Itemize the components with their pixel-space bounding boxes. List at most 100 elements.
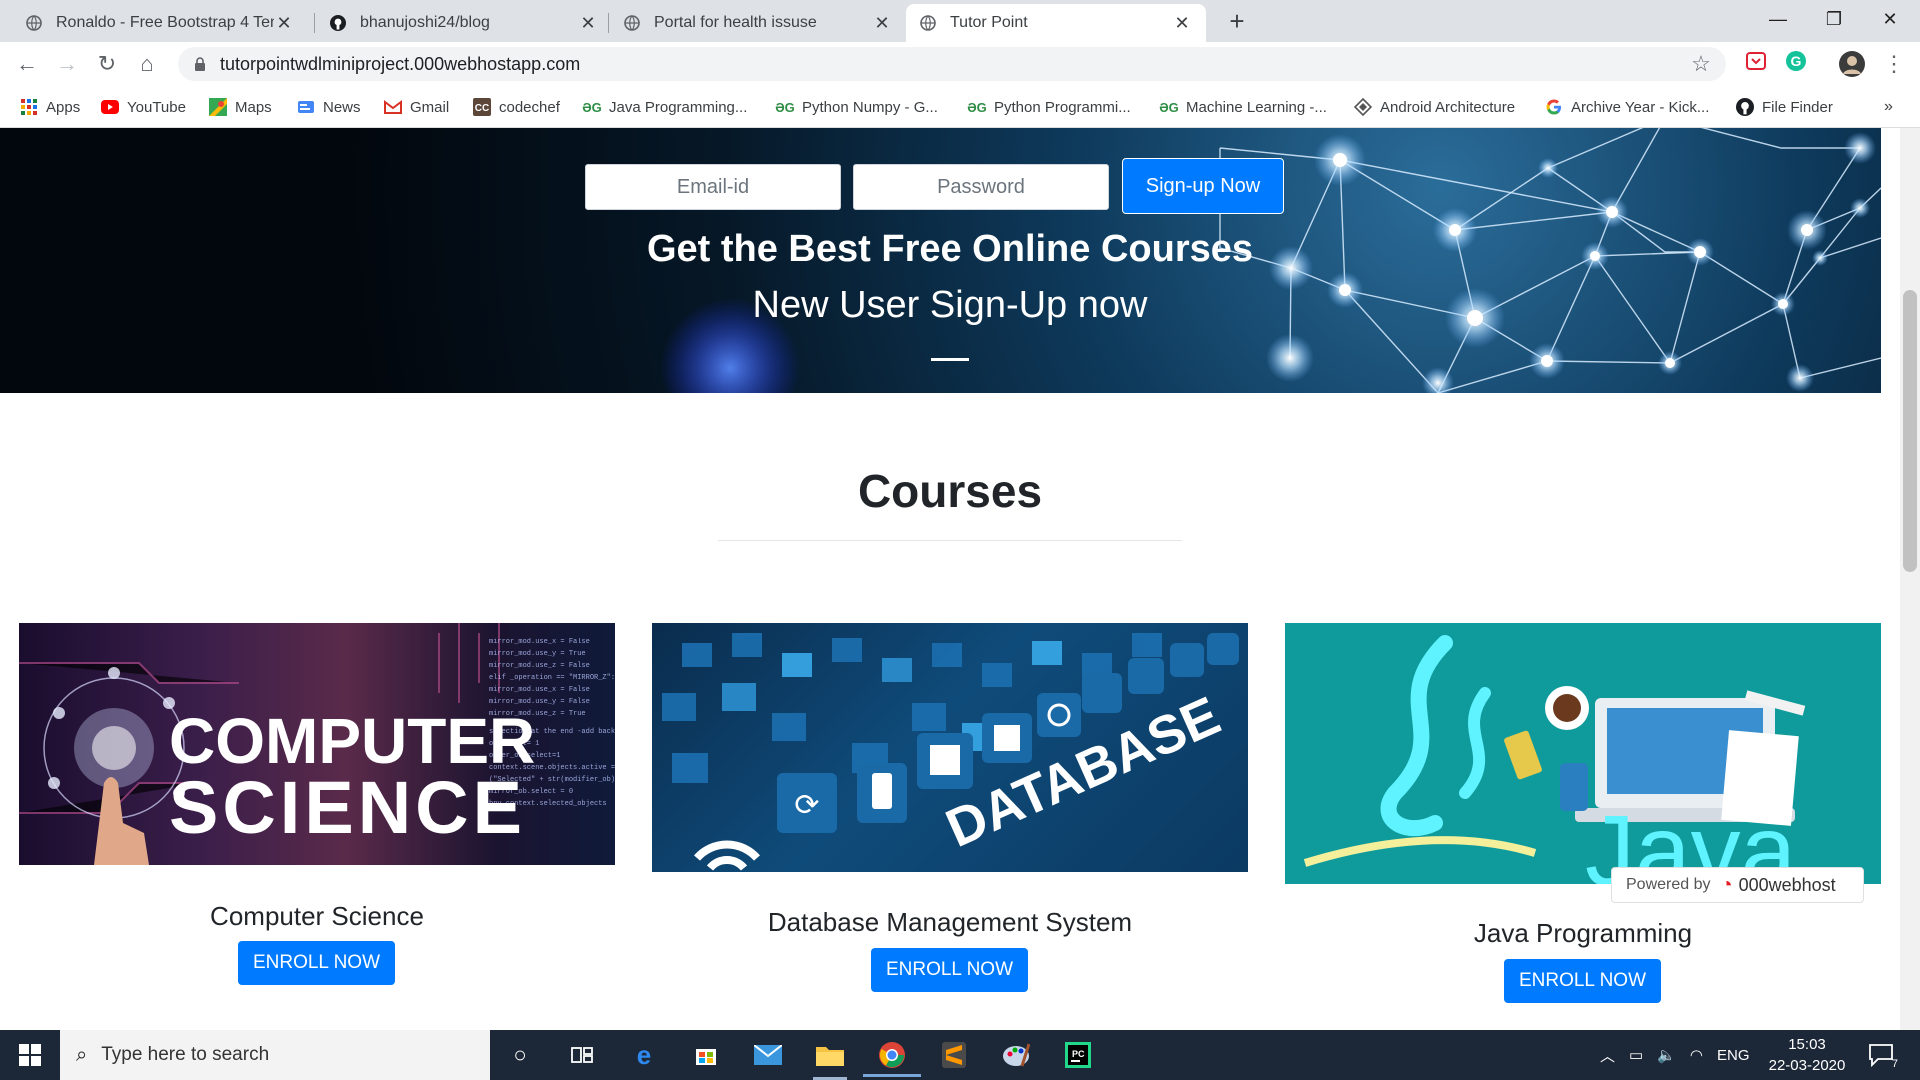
browser-tab[interactable]: bhanujoshi24/blog ✕ (316, 4, 612, 42)
task-view-icon[interactable] (565, 1038, 599, 1072)
close-tab-icon[interactable]: ✕ (1172, 13, 1192, 34)
show-hidden-icons-chevron-icon[interactable]: ︿ (1600, 1045, 1615, 1066)
mail-icon[interactable] (751, 1038, 785, 1072)
bookmark-gfg-numpy[interactable]: ƏG Python Numpy - G... (775, 94, 938, 120)
forward-icon[interactable]: → (53, 50, 81, 78)
minimize-icon[interactable]: — (1750, 0, 1806, 40)
home-icon[interactable]: ⌂ (133, 50, 161, 78)
volume-icon[interactable]: 🔈 (1657, 1046, 1676, 1064)
bookmark-label: Python Numpy - G... (802, 98, 938, 116)
bookmark-label: Java Programming... (609, 98, 748, 116)
course-title: Database Management System (767, 907, 1133, 937)
powered-by-label: Powered by (1626, 876, 1711, 893)
reload-icon[interactable]: ↻ (93, 50, 121, 78)
new-tab-button[interactable]: + (1222, 6, 1252, 36)
bookmark-codechef[interactable]: CC codechef (473, 94, 560, 120)
wifi-icon[interactable]: ◠ (1690, 1046, 1703, 1064)
restore-icon[interactable]: ❐ (1806, 0, 1862, 40)
browser-tab[interactable]: Ronaldo - Free Bootstrap 4 Temp ✕ (12, 4, 308, 42)
svg-text:mirror_mod.use_x = False: mirror_mod.use_x = False (489, 686, 590, 694)
bookmark-label: codechef (499, 98, 560, 116)
bookmark-label: Apps (46, 98, 81, 116)
windows-taskbar: ⌕ Type here to search ○ e PC ︿ ▭ 🔈 ◠ ENG… (0, 1030, 1920, 1080)
bookmark-apps[interactable]: Apps (20, 94, 80, 120)
battery-icon[interactable]: ▭ (1629, 1046, 1643, 1064)
bookmark-youtube[interactable]: YouTube (101, 94, 186, 120)
globe-icon (624, 15, 640, 31)
paint-icon[interactable] (999, 1038, 1033, 1072)
edge-browser-icon[interactable]: e (627, 1038, 661, 1072)
search-icon: ⌕ (76, 1043, 88, 1066)
page-scrollbar[interactable] (1900, 128, 1920, 1030)
windows-start-icon[interactable] (0, 1030, 60, 1080)
enroll-now-button[interactable]: ENROLL NOW (1504, 959, 1661, 1003)
language-indicator[interactable]: ENG (1717, 1047, 1750, 1064)
close-tab-icon[interactable]: ✕ (872, 13, 892, 34)
tab-title: bhanujoshi24/blog (360, 14, 490, 31)
signup-button[interactable]: Sign-up Now (1122, 158, 1284, 214)
bookmark-label: Python Programmi... (994, 98, 1131, 116)
hero-subheadline: New User Sign-Up now (752, 284, 1148, 326)
system-tray: ︿ ▭ 🔈 ◠ ENG (1600, 1030, 1750, 1080)
bookmark-gfg-java[interactable]: ƏG Java Programming... (582, 94, 748, 120)
android-architecture-icon (1354, 98, 1372, 116)
svg-text:mirror_mod.use_z = False: mirror_mod.use_z = False (489, 662, 590, 670)
bookmark-gfg-ml[interactable]: ƏG Machine Learning -... (1159, 94, 1327, 120)
close-tab-icon[interactable]: ✕ (578, 13, 598, 34)
close-tab-icon[interactable]: ✕ (274, 13, 294, 34)
notification-center-icon[interactable]: 7 (1864, 1038, 1898, 1072)
microsoft-store-icon[interactable] (689, 1038, 723, 1072)
powered-by-brand: 000webhost (1738, 874, 1836, 895)
close-window-icon[interactable]: ✕ (1862, 0, 1918, 40)
back-icon[interactable]: ← (13, 50, 41, 78)
browser-tab-active[interactable]: Tutor Point ✕ (906, 4, 1206, 42)
pocket-extension-icon[interactable] (1742, 50, 1770, 78)
bookmarks-overflow-button[interactable]: » (1884, 94, 1893, 120)
cortana-icon[interactable]: ○ (503, 1038, 537, 1072)
notification-count-badge: 7 (1891, 1058, 1898, 1070)
github-icon (330, 15, 346, 31)
maps-icon (209, 98, 227, 116)
sublime-text-icon[interactable] (937, 1038, 971, 1072)
bookmark-gmail[interactable]: Gmail (384, 94, 449, 120)
enroll-now-button[interactable]: ENROLL NOW (238, 941, 395, 985)
bookmark-news[interactable]: News (297, 94, 361, 120)
bookmark-label: Maps (235, 98, 272, 116)
github-icon (1736, 98, 1754, 116)
browser-tab[interactable]: Portal for health issuse ✕ (610, 4, 906, 42)
bookmark-archive-kickstart[interactable]: Archive Year - Kick... (1545, 94, 1709, 120)
chrome-menu-icon[interactable]: ⋮ (1880, 50, 1908, 78)
taskbar-clock[interactable]: 15:03 22-03-2020 (1762, 1034, 1852, 1076)
bookmark-gfg-python[interactable]: ƏG Python Programmi... (967, 94, 1131, 120)
taskbar-search-box[interactable]: ⌕ Type here to search (60, 1030, 490, 1080)
chrome-icon[interactable] (875, 1038, 909, 1072)
bookmark-star-icon[interactable]: ☆ (1688, 51, 1714, 77)
bookmark-label: YouTube (127, 98, 186, 116)
chrome-active-indicator (863, 1074, 921, 1077)
password-input[interactable]: Password (853, 164, 1109, 210)
courses-divider (718, 540, 1182, 541)
geeksforgeeks-icon: ƏG (775, 99, 795, 115)
svg-text:⟳: ⟳ (794, 788, 819, 823)
svg-text:mirror_mod.use_y = True: mirror_mod.use_y = True (489, 650, 586, 658)
database-image: ⟳ DATABASE (652, 623, 1248, 872)
enroll-now-button[interactable]: ENROLL NOW (871, 948, 1028, 992)
grammarly-extension-icon[interactable]: G (1782, 50, 1810, 78)
geeksforgeeks-icon: ƏG (967, 99, 987, 115)
file-explorer-icon[interactable] (813, 1038, 847, 1072)
profile-avatar[interactable] (1838, 50, 1866, 78)
course-title: Computer Science (210, 901, 424, 931)
pycharm-icon[interactable]: PC (1061, 1038, 1095, 1072)
bookmark-android-architecture[interactable]: Android Architecture (1354, 94, 1515, 120)
bookmark-label: Archive Year - Kick... (1571, 98, 1710, 116)
svg-text:G: G (1791, 53, 1802, 69)
svg-text:CC: CC (475, 103, 489, 114)
bookmark-label: Android Architecture (1380, 98, 1516, 116)
bookmark-maps[interactable]: Maps (209, 94, 272, 120)
email-input[interactable]: Email-id (585, 164, 841, 210)
bookmarks-bar: Apps YouTube Maps News Gmail CC codechef… (0, 86, 1920, 128)
address-bar[interactable]: tutorpointwdlminiproject.000webhostapp.c… (178, 47, 1726, 81)
scrollbar-thumb[interactable] (1903, 290, 1917, 572)
powered-by-badge[interactable]: Powered by ◔ 000webhost (1611, 867, 1864, 903)
bookmark-file-finder[interactable]: File Finder (1736, 94, 1833, 120)
